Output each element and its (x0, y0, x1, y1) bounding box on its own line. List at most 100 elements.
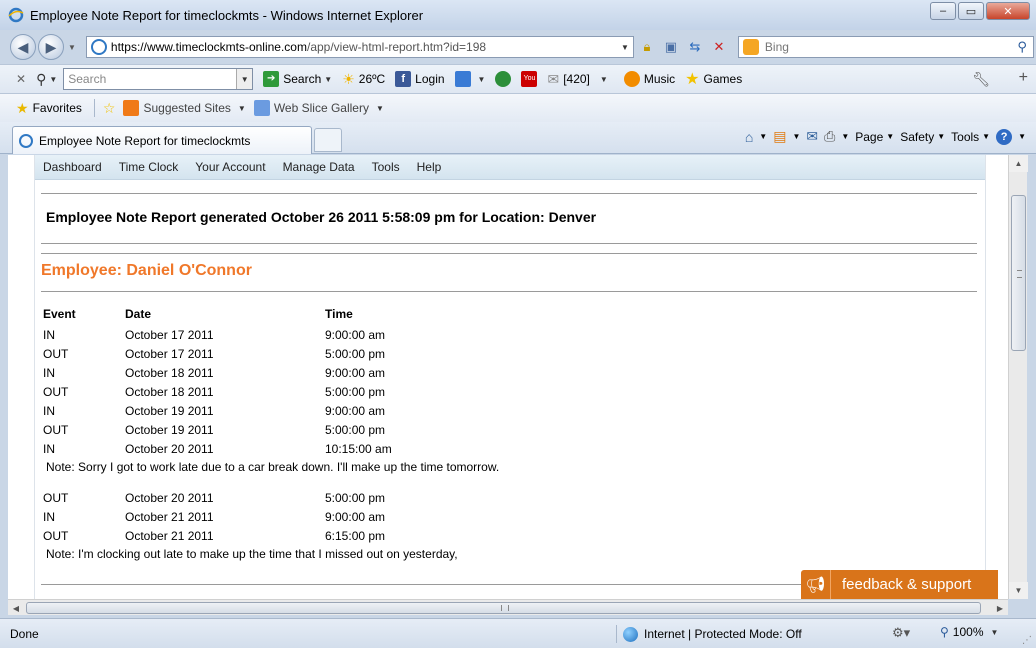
note-row: Note: Sorry I got to work late due to a … (43, 458, 943, 488)
popup-blocker-icon[interactable]: ⚙▾ (892, 625, 910, 641)
help-icon[interactable]: ? (996, 128, 1013, 145)
forward-button[interactable]: ▶ (38, 34, 64, 60)
wrench-icon[interactable]: 🔧︎ (972, 71, 990, 88)
zoom-control[interactable]: ⚲ 100% ▼ (940, 625, 998, 639)
menu-your-account[interactable]: Your Account (195, 160, 265, 174)
safety-menu[interactable]: Safety ▼ (900, 130, 945, 144)
security-zone[interactable]: Internet | Protected Mode: Off (616, 625, 802, 643)
horizontal-scroll-thumb[interactable] (26, 602, 981, 614)
toolbar-search-dropdown[interactable]: ▼ (49, 75, 57, 84)
note-text: Note: Sorry I got to work late due to a … (46, 460, 500, 474)
time-cell: 10:15:00 am (325, 442, 392, 456)
bing-search-input[interactable]: Bing ⚲ (737, 36, 1034, 58)
close-window-button[interactable]: ✕ (986, 2, 1030, 20)
help-dropdown[interactable]: ▼ (1018, 132, 1026, 141)
youtube-button[interactable]: You (521, 71, 538, 87)
weather-button[interactable]: ☀ 26ºC (342, 71, 385, 88)
toolbar-search-icon[interactable]: ⚲ (36, 71, 46, 88)
utorrent-button[interactable] (495, 71, 512, 87)
feedback-support-button[interactable]: 📢︎ feedback & support (801, 570, 998, 599)
toolbar-search-label: Search (283, 72, 322, 86)
lock-icon[interactable]: 🔒︎ (636, 36, 658, 58)
mail-button[interactable]: ▼ (454, 71, 486, 87)
add-toolbar-icon[interactable]: + (1019, 69, 1028, 87)
page-viewport: Dashboard Time Clock Your Account Manage… (8, 155, 1008, 599)
table-row: OUT October 20 2011 5:00:00 pm (43, 488, 943, 507)
notifications-button[interactable]: ✉ [420] (547, 71, 589, 88)
page-menu-dropdown-icon: ▼ (886, 132, 895, 141)
event-cell: OUT (43, 385, 69, 399)
back-button[interactable]: ◀ (10, 34, 36, 60)
web-slice-gallery-button[interactable]: Web Slice Gallery ▼ (253, 100, 384, 116)
toolbar-search-button[interactable]: ➔ Search (263, 71, 321, 87)
event-cell: OUT (43, 423, 69, 437)
tab-employee-note-report[interactable]: Employee Note Report for timeclockmts (12, 126, 312, 154)
vertical-scroll-thumb[interactable] (1011, 195, 1026, 351)
scroll-left-icon[interactable]: ◀ (8, 600, 24, 616)
facebook-login-button[interactable]: f Login (395, 71, 445, 87)
mail-dropdown[interactable]: ▼ (478, 75, 486, 84)
menu-time-clock[interactable]: Time Clock (119, 160, 179, 174)
new-tab-button[interactable] (314, 128, 342, 152)
notifications-dropdown[interactable]: ▼ (600, 75, 608, 84)
megaphone-icon: 📢︎ (801, 570, 831, 599)
read-mail-icon[interactable]: ✉ (806, 128, 818, 145)
toolbar-search-combo-icon[interactable]: ▼ (236, 69, 253, 89)
games-button[interactable]: ★ Games (685, 69, 742, 89)
report-table: Event Date Time IN October 17 2011 9:00:00… (43, 304, 943, 575)
weather-sun-icon: ☀ (342, 70, 355, 87)
scroll-down-icon[interactable]: ▼ (1009, 582, 1028, 599)
address-input[interactable]: https://www.timeclockmts-online.com/app/… (85, 36, 634, 58)
address-dropdown-icon[interactable]: ▼ (621, 43, 629, 52)
toolbar-search-input[interactable]: Search ▼ (63, 68, 254, 90)
window-title-bar: Employee Note Report for timeclockmts - … (0, 0, 1036, 30)
favorites-button[interactable]: Favorites (33, 101, 82, 115)
date-cell: October 17 2011 (125, 328, 214, 342)
vertical-scrollbar[interactable]: ▲ ▼ (1008, 155, 1028, 599)
bing-search-placeholder: Bing (764, 40, 789, 54)
search-icon[interactable]: ⚲ (1017, 39, 1027, 55)
home-icon[interactable]: ⌂ (745, 129, 753, 145)
resize-grip-icon[interactable]: ⋰ (1022, 635, 1032, 646)
maximize-button[interactable]: ▭ (958, 2, 984, 20)
date-cell: October 18 2011 (125, 366, 214, 380)
scroll-right-icon[interactable]: ▶ (992, 600, 1008, 616)
status-bar: Done Internet | Protected Mode: Off ⚙▾ ⚲… (0, 618, 1036, 648)
compatibility-view-icon[interactable]: ▣ (660, 36, 682, 58)
window-title: Employee Note Report for timeclockmts - … (30, 7, 424, 23)
recent-pages-dropdown[interactable]: ▼ (68, 43, 76, 52)
zone-label: Internet | Protected Mode: Off (644, 627, 802, 641)
url-host: https://www.timeclockmts-online.com (110, 40, 307, 54)
table-row: IN October 21 2011 9:00:00 am (43, 507, 943, 526)
menu-tools[interactable]: Tools (372, 160, 400, 174)
minimize-button[interactable]: – (930, 2, 956, 20)
menu-dashboard[interactable]: Dashboard (43, 160, 102, 174)
date-cell: October 20 2011 (125, 491, 214, 505)
time-cell: 5:00:00 pm (325, 385, 386, 399)
menu-help[interactable]: Help (417, 160, 442, 174)
favorites-star-icon: ★ (16, 99, 29, 116)
add-to-favorites-bar-button[interactable]: ☆ (103, 100, 116, 117)
search-options-dropdown[interactable]: ▼ (324, 75, 332, 84)
table-row: IN October 18 2011 9:00:00 am (43, 363, 943, 382)
refresh-icon[interactable]: ⇆ (684, 36, 706, 58)
time-cell: 6:15:00 pm (325, 529, 386, 543)
print-icon[interactable]: ⎙ (824, 128, 835, 145)
feeds-icon[interactable]: ▤ (773, 128, 786, 145)
scroll-up-icon[interactable]: ▲ (1009, 155, 1028, 172)
music-button[interactable]: Music (623, 71, 675, 87)
menu-manage-data[interactable]: Manage Data (283, 160, 355, 174)
feeds-dropdown[interactable]: ▼ (792, 132, 800, 141)
table-row: IN October 20 2011 10:15:00 am (43, 439, 943, 458)
close-toolbar-icon[interactable]: ✕ (16, 72, 26, 86)
date-cell: October 21 2011 (125, 510, 214, 524)
page-menu[interactable]: Page ▼ (855, 130, 894, 144)
print-dropdown[interactable]: ▼ (841, 132, 849, 141)
stop-icon[interactable]: ✕ (708, 36, 730, 58)
home-dropdown[interactable]: ▼ (759, 132, 767, 141)
tools-menu[interactable]: Tools ▼ (951, 130, 990, 144)
horizontal-scrollbar[interactable]: ◀ ▶ (8, 599, 1008, 615)
suggested-sites-button[interactable]: Suggested Sites ▼ (123, 100, 246, 116)
date-cell: October 18 2011 (125, 385, 214, 399)
time-cell: 9:00:00 am (325, 366, 386, 380)
